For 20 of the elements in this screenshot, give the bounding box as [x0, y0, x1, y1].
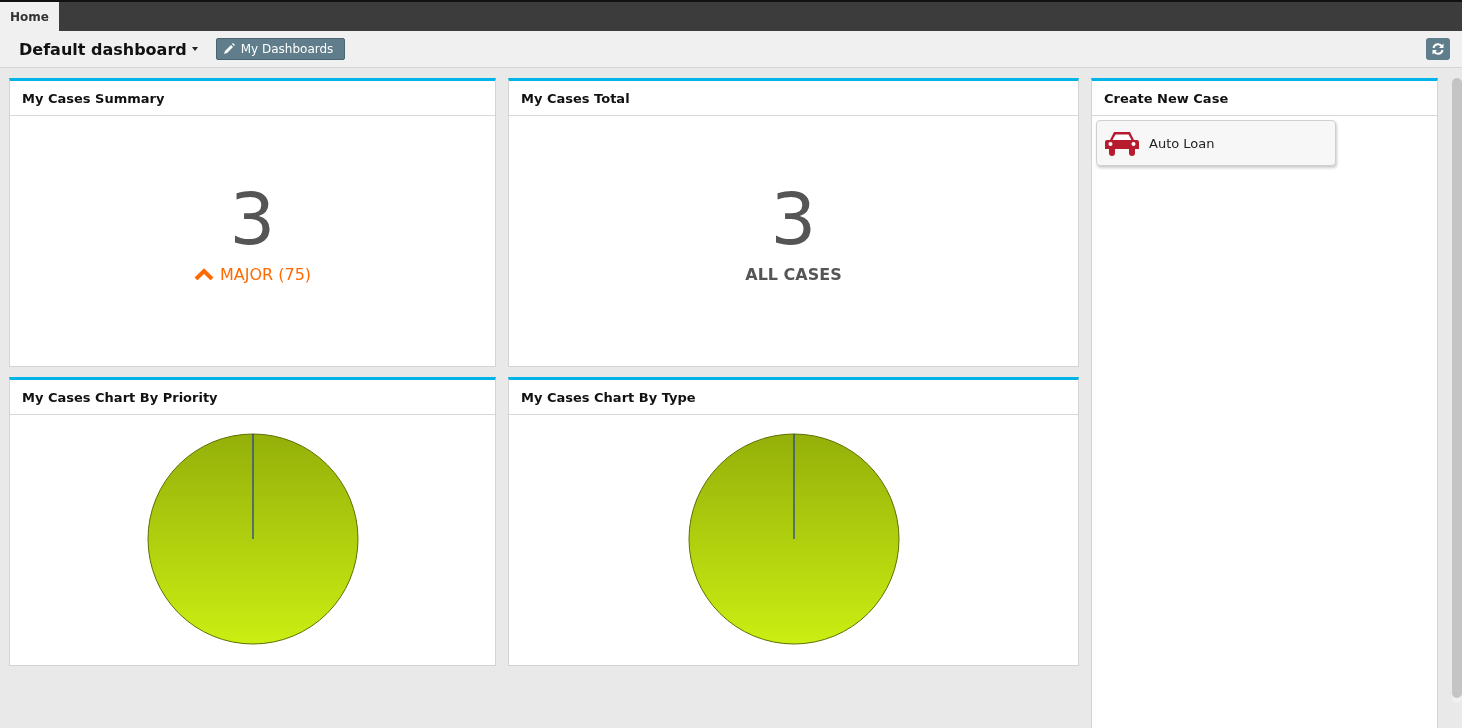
case-type-button[interactable]: Auto Loan — [1096, 120, 1336, 166]
chevron-up-icon — [193, 268, 214, 280]
dashboard-dropdown[interactable]: Default dashboard — [19, 39, 198, 59]
refresh-icon — [1431, 42, 1445, 56]
case-count: 3 — [229, 178, 276, 259]
my-dashboards-button[interactable]: My Dashboards — [215, 38, 346, 60]
pencil-icon — [222, 43, 235, 55]
scrollbar-thumb[interactable] — [1452, 78, 1462, 698]
caret-icon — [191, 47, 198, 51]
tab[interactable]: Home — [0, 2, 59, 31]
widget-title: My Cases Chart By Priority — [10, 380, 495, 415]
refresh-button[interactable] — [1426, 38, 1450, 60]
case-count: 3 — [770, 178, 817, 259]
widget-title: My Cases Total — [509, 81, 1078, 116]
widget-title: My Cases Chart By Type — [509, 380, 1078, 415]
cases-caption: ALL CASES — [745, 264, 842, 284]
car-icon — [1105, 130, 1139, 156]
priority-label: MAJOR (75) — [219, 264, 312, 284]
widget-title: My Cases Summary — [10, 81, 495, 116]
widget-title: Create New Case — [1092, 81, 1437, 116]
